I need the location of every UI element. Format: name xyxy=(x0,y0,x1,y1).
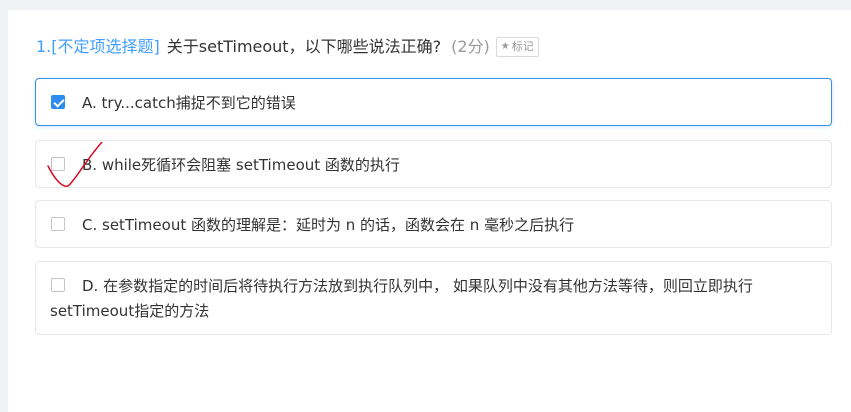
option-d[interactable]: D. 在参数指定的时间后将待执行方法放到执行队列中， 如果队列中没有其他方法等待… xyxy=(35,261,832,335)
option-c[interactable]: C. setTimeout 函数的理解是：延时为 n 的话，函数会在 n 毫秒之… xyxy=(35,200,832,248)
option-a-checkbox[interactable] xyxy=(51,95,65,109)
option-c-label: C. setTimeout 函数的理解是：延时为 n 的话，函数会在 n 毫秒之… xyxy=(82,216,575,234)
question-type: [不定项选择题] xyxy=(51,37,160,56)
option-d-label: D. 在参数指定的时间后将待执行方法放到执行队列中， 如果队列中没有其他方法等待… xyxy=(50,277,753,320)
question-text: 关于setTimeout，以下哪些说法正确? xyxy=(166,37,442,56)
question-header: 1. [不定项选择题] 关于setTimeout，以下哪些说法正确? (2分) … xyxy=(36,37,539,57)
mark-label: 标记 xyxy=(511,40,534,53)
option-a[interactable]: A. try...catch捕捉不到它的错误 xyxy=(35,78,832,126)
star-icon: ★ xyxy=(500,41,510,52)
question-number: 1. xyxy=(36,37,52,56)
question-score: (2分) xyxy=(451,37,490,56)
question-card: 1. [不定项选择题] 关于setTimeout，以下哪些说法正确? (2分) … xyxy=(8,10,851,412)
option-c-checkbox[interactable] xyxy=(51,217,65,231)
option-b[interactable]: B. while死循环会阻塞 setTimeout 函数的执行 xyxy=(35,140,832,188)
option-a-label: A. try...catch捕捉不到它的错误 xyxy=(82,94,296,112)
option-b-label: B. while死循环会阻塞 setTimeout 函数的执行 xyxy=(82,156,400,174)
mark-button[interactable]: ★ 标记 xyxy=(495,37,539,57)
option-b-checkbox[interactable] xyxy=(51,157,65,171)
